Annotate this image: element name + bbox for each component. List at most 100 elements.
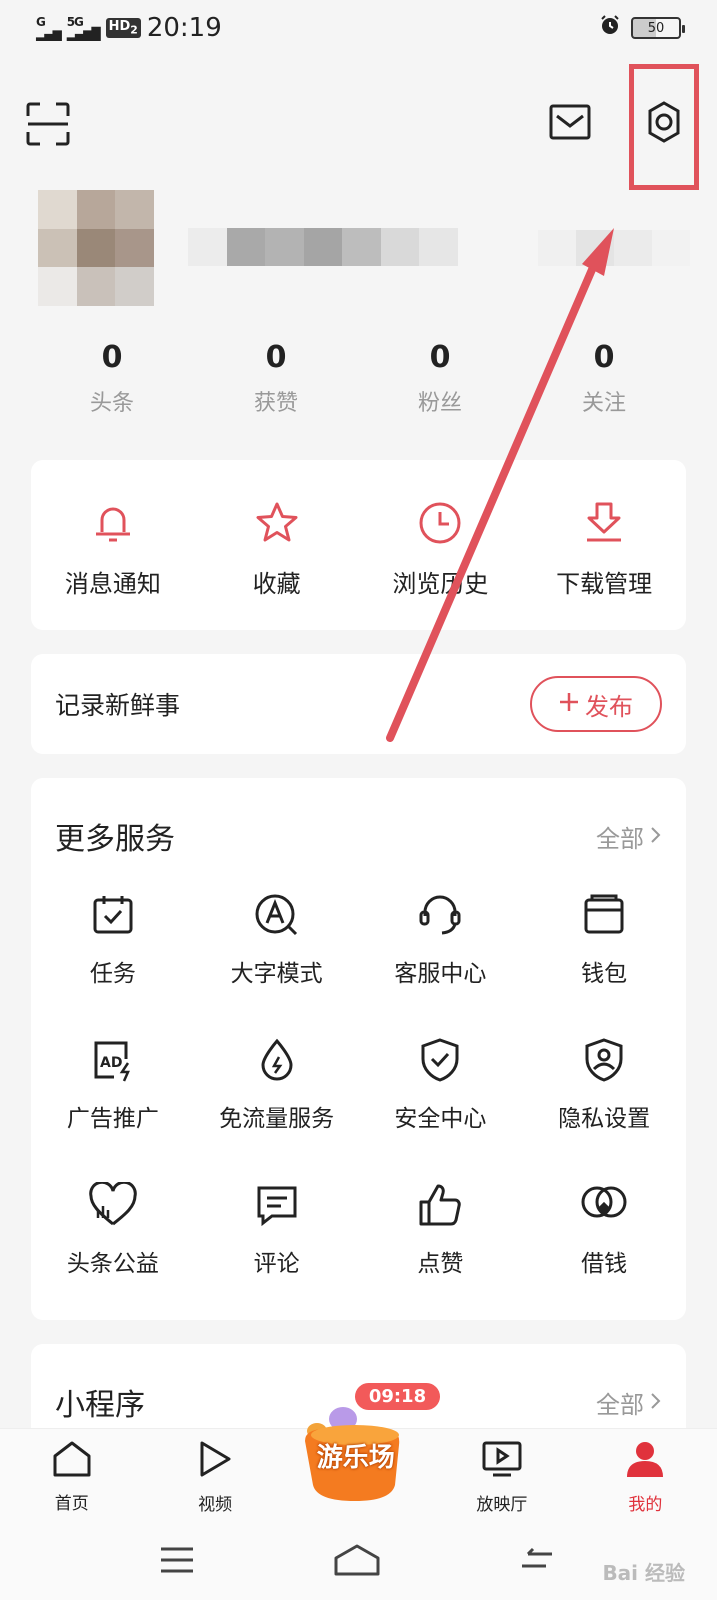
service-privacy[interactable]: 隐私设置 (522, 1037, 686, 1182)
service-task[interactable]: 任务 (31, 892, 195, 1037)
service-customer-center[interactable]: 客服中心 (359, 892, 523, 1037)
mini-programs-all-link[interactable]: 全部 (596, 1385, 662, 1420)
quick-item-downloads[interactable]: 下载管理 (522, 460, 686, 630)
download-icon (581, 500, 627, 550)
status-bar: G ▂▄▆ 5G ▂▄▆█ HD2 20:19 50 (0, 0, 717, 56)
quick-item-notifications[interactable]: 消息通知 (31, 460, 195, 630)
stat-likes[interactable]: 0 获赞 (194, 340, 358, 430)
loan-icon (579, 1182, 629, 1232)
play-icon (197, 1439, 233, 1484)
profile-link-blurred[interactable] (538, 230, 690, 266)
playground-label: 游乐场 (316, 1443, 395, 1473)
clock-time: 20:19 (146, 13, 222, 43)
comment-icon (254, 1182, 300, 1232)
tab-home[interactable]: 首页 (0, 1429, 143, 1524)
publish-label: 发布 (585, 692, 633, 721)
service-charity[interactable]: 头条公益 (31, 1180, 195, 1327)
playground-timer: 09:18 (354, 1383, 441, 1410)
bell-icon (90, 500, 136, 550)
tab-label: 视频 (198, 1494, 233, 1515)
services-title: 更多服务 (55, 822, 175, 857)
mini-programs-all-label: 全部 (596, 1390, 644, 1419)
services-all-link[interactable]: 全部 (596, 819, 662, 854)
service-label: 客服中心 (394, 961, 487, 987)
username-blurred (188, 228, 459, 266)
thumbs-up-icon (417, 1182, 463, 1232)
stat-label: 获赞 (253, 391, 298, 416)
tab-label: 我的 (628, 1494, 663, 1515)
hd-icon: HD2 (105, 18, 141, 38)
chevron-right-icon (650, 822, 662, 850)
post-prompt[interactable]: 记录新鲜事 (55, 686, 180, 722)
menu-icon[interactable] (160, 1546, 194, 1578)
service-security[interactable]: 安全中心 (359, 1037, 523, 1182)
service-label: 隐私设置 (558, 1106, 651, 1132)
home-icon (52, 1440, 92, 1483)
service-wallet[interactable]: 钱包 (522, 892, 686, 1037)
privacy-user-icon (581, 1037, 627, 1087)
stat-fans[interactable]: 0 粉丝 (358, 340, 522, 430)
back-icon[interactable] (520, 1546, 554, 1578)
publish-button[interactable]: 发布 (530, 676, 662, 732)
service-large-font[interactable]: 大字模式 (195, 892, 359, 1037)
tab-mine[interactable]: 我的 (574, 1429, 717, 1524)
svg-text:AD: AD (100, 1055, 122, 1071)
avatar[interactable] (38, 190, 154, 306)
watermark: Bai 经验 (602, 1561, 685, 1585)
nav-home-icon[interactable] (334, 1544, 380, 1580)
tab-label: 放映厅 (476, 1494, 528, 1515)
service-comments[interactable]: 评论 (195, 1182, 359, 1327)
stat-value: 0 (429, 340, 451, 375)
service-label: 广告推广 (66, 1106, 159, 1132)
tab-theater[interactable]: 放映厅 (430, 1429, 573, 1524)
quick-item-favorites[interactable]: 收藏 (195, 460, 359, 630)
network-5g-type: 5G (66, 15, 84, 29)
service-label: 大字模式 (230, 961, 323, 987)
service-loan[interactable]: 借钱 (522, 1182, 686, 1327)
stat-label: 头条 (89, 391, 134, 416)
hd-label: HD (108, 19, 131, 35)
headset-icon (417, 892, 463, 942)
profile-header[interactable] (38, 190, 690, 310)
playground-badge: 游乐场 09:18 (295, 1383, 441, 1505)
service-label: 钱包 (581, 961, 628, 987)
post-card: 记录新鲜事 发布 (31, 654, 686, 754)
water-drop-icon (254, 1037, 300, 1087)
task-calendar-icon (90, 892, 136, 942)
system-nav-bar: Bai 经验 (0, 1524, 717, 1600)
tab-video[interactable]: 视频 (143, 1429, 286, 1524)
service-free-data[interactable]: 免流量服务 (195, 1037, 359, 1182)
bottom-tab-bar: 首页 视频 游乐场 09:18 放映厅 我的 (0, 1383, 717, 1524)
quick-item-history[interactable]: 浏览历史 (359, 460, 523, 630)
tab-playground[interactable]: 游乐场 09:18 (287, 1383, 441, 1524)
quick-item-label: 消息通知 (64, 570, 161, 598)
service-likes[interactable]: 点赞 (359, 1182, 523, 1327)
status-right: 50 (599, 13, 685, 43)
stats-row: 0 头条 0 获赞 0 粉丝 0 关注 (30, 340, 686, 430)
service-label: 点赞 (417, 1251, 464, 1277)
signal-icon: G ▂▄▆ (36, 15, 62, 41)
charity-heart-icon (88, 1180, 138, 1232)
service-label: 头条公益 (66, 1251, 159, 1277)
clock-icon (417, 500, 463, 550)
mail-icon[interactable] (542, 94, 598, 150)
services-header: 更多服务 全部 (55, 814, 662, 858)
ad-icon: AD (90, 1037, 136, 1087)
services-card: 更多服务 全部 任务 大字模式 客服中心 钱包 AD 广告推广 免流量服务 安全… (31, 778, 686, 1320)
stat-toutiao[interactable]: 0 头条 (30, 340, 194, 430)
services-grid: 任务 大字模式 客服中心 钱包 AD 广告推广 免流量服务 安全中心 隐私设置 (31, 892, 686, 1327)
service-label: 任务 (89, 961, 136, 987)
mini-programs-title: 小程序 (55, 1388, 145, 1423)
chevron-right-icon (650, 1388, 662, 1416)
quick-item-label: 下载管理 (556, 570, 653, 598)
quick-actions-card: 消息通知 收藏 浏览历史 下载管理 (31, 460, 686, 630)
scan-icon[interactable] (20, 96, 76, 152)
service-ads[interactable]: AD 广告推广 (31, 1037, 195, 1182)
network-type: G (36, 15, 46, 29)
plus-icon (559, 690, 579, 718)
stat-label: 粉丝 (417, 391, 462, 416)
screen-icon (481, 1439, 523, 1484)
hd-sub: 2 (130, 23, 138, 37)
stat-following[interactable]: 0 关注 (522, 340, 686, 430)
shield-check-icon (417, 1037, 463, 1087)
